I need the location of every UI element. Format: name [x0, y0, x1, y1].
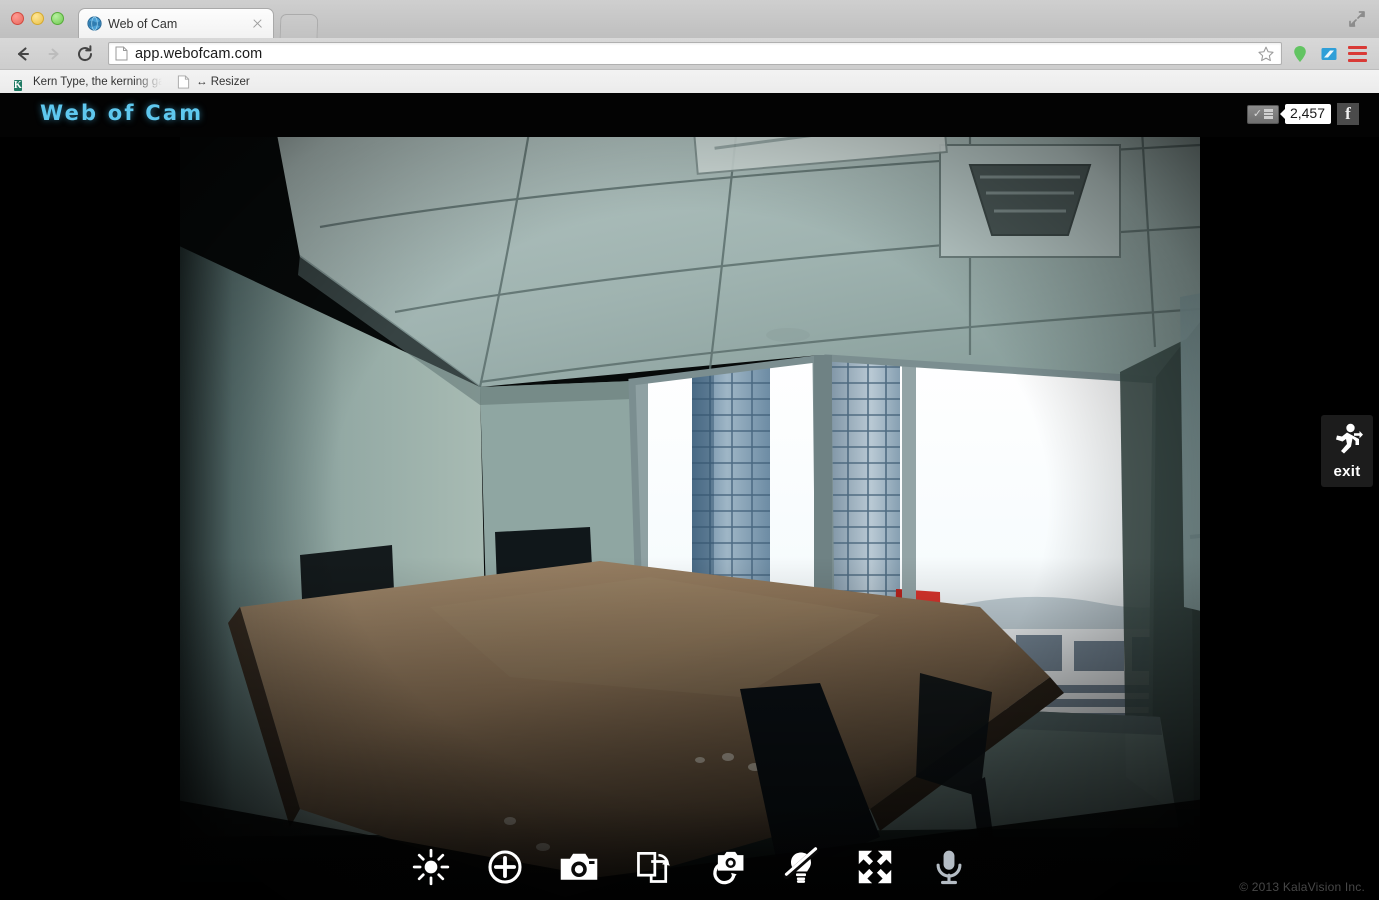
tab-close-icon[interactable] — [251, 17, 265, 31]
microphone-button[interactable] — [927, 845, 971, 889]
window-close-button[interactable] — [11, 12, 24, 25]
new-tab-button[interactable] — [279, 14, 319, 38]
exit-button-label: exit — [1333, 463, 1361, 480]
hamburger-menu-icon[interactable] — [1348, 45, 1367, 62]
snapshot-button[interactable] — [557, 845, 601, 889]
kern-type-favicon: K — [14, 75, 28, 91]
rotate-camera-button[interactable] — [705, 845, 749, 889]
window-minimize-button[interactable] — [31, 12, 44, 25]
sun-icon — [412, 848, 450, 886]
list-icon — [1264, 109, 1274, 119]
running-person-exit-icon — [1330, 422, 1364, 461]
facebook-share-button[interactable]: f — [1337, 103, 1359, 125]
browser-tab[interactable]: Web of Cam — [78, 8, 274, 38]
video-stage[interactable] — [180, 137, 1200, 900]
pages-rotate-icon — [637, 852, 670, 883]
bookmark-label: ↔ Resizer — [196, 75, 250, 88]
flip-image-button[interactable] — [631, 845, 675, 889]
tab-title: Web of Cam — [108, 16, 178, 31]
back-arrow-icon[interactable] — [10, 41, 36, 67]
like-count-badge: 2,457 — [1279, 104, 1331, 124]
light-toggle-button[interactable] — [779, 845, 823, 889]
app-header: Web of Cam ✓ 2,457 f — [0, 93, 1379, 137]
check-icon: ✓ — [1252, 107, 1263, 120]
camera-icon — [560, 853, 598, 880]
app-brand-title: Web of Cam — [40, 101, 204, 125]
social-widget: ✓ 2,457 f — [1246, 103, 1359, 125]
pin-extension-icon[interactable] — [1290, 44, 1310, 64]
address-bar[interactable]: app.webofcam.com — [108, 42, 1282, 65]
fullscreen-button[interactable] — [853, 845, 897, 889]
webcam-video-frame — [180, 137, 1200, 900]
navigation-toolbar: app.webofcam.com — [0, 38, 1379, 69]
expand-arrows-icon — [858, 850, 892, 884]
microphone-icon — [936, 850, 962, 885]
zoom-in-button[interactable] — [483, 845, 527, 889]
reload-icon[interactable] — [72, 41, 98, 67]
browser-chrome: Web of Cam app.webofcam.com K Kern Type,… — [0, 0, 1379, 93]
bookmarks-bar: K Kern Type, the kerning game ↔ Resizer — [0, 69, 1379, 93]
tab-strip: Web of Cam — [0, 0, 1379, 38]
bookmark-resizer[interactable]: ↔ Resizer — [171, 72, 256, 92]
bookmark-label: Kern Type, the kerning game — [33, 75, 162, 88]
star-icon[interactable] — [1257, 45, 1275, 63]
camera-rotate-icon — [713, 851, 744, 885]
address-bar-url: app.webofcam.com — [135, 45, 263, 62]
plus-circle-icon — [488, 850, 522, 884]
page-icon — [177, 74, 191, 89]
page-icon — [115, 46, 128, 61]
kern-type-favicon-letter: K — [14, 79, 22, 91]
camera-controls-toolbar — [180, 834, 1200, 900]
bookmark-kern-type[interactable]: K Kern Type, the kerning game — [8, 72, 168, 92]
forward-arrow-icon — [41, 41, 67, 67]
fullscreen-icon[interactable] — [1345, 7, 1369, 31]
window-maximize-button[interactable] — [51, 12, 64, 25]
lightbulb-off-icon — [783, 847, 819, 883]
exit-button[interactable]: exit — [1321, 415, 1373, 487]
globe-icon — [87, 16, 102, 31]
copyright-text: © 2013 KalaVision Inc. — [1239, 880, 1365, 894]
facebook-like-button[interactable]: ✓ — [1246, 104, 1279, 124]
blue-window-extension-icon[interactable] — [1319, 44, 1339, 64]
extension-icons — [1290, 44, 1379, 64]
brightness-button[interactable] — [409, 845, 453, 889]
web-of-cam-app: Web of Cam ✓ 2,457 f exit © 2013 KalaVis… — [0, 93, 1379, 900]
window-controls — [11, 12, 64, 25]
